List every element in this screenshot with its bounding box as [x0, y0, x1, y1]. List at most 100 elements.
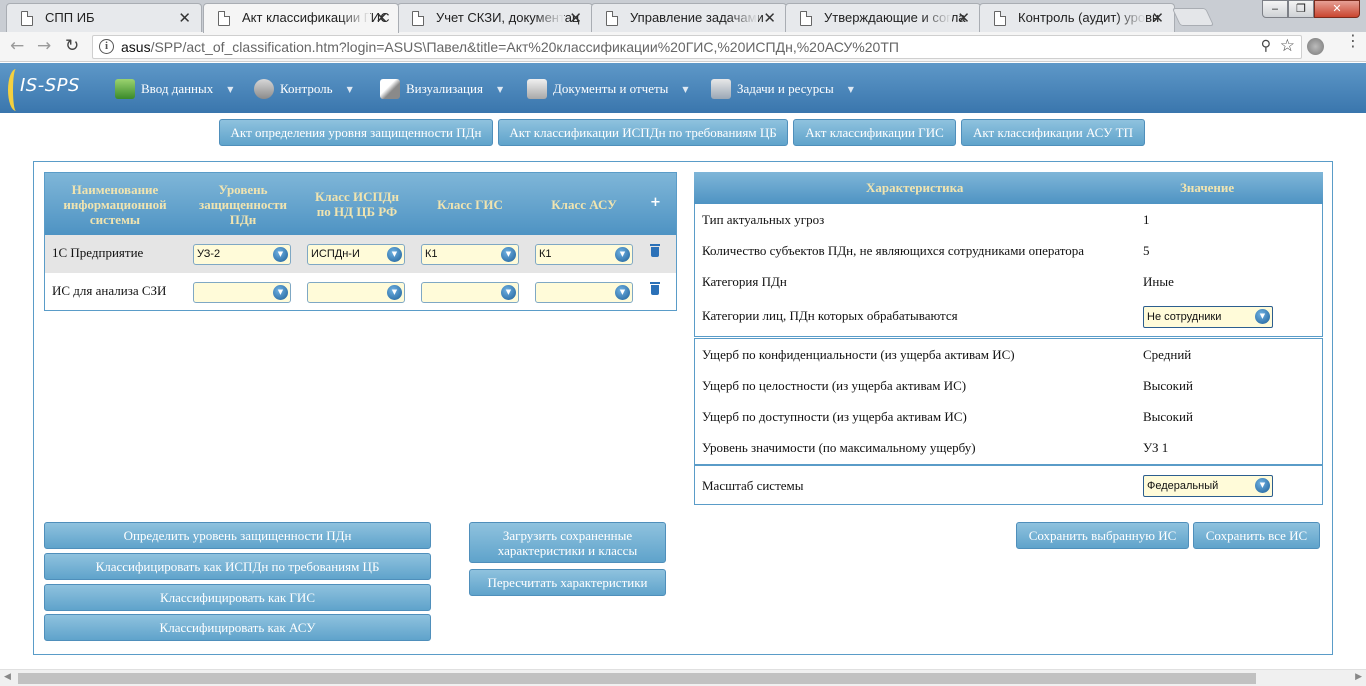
- asu-class-select[interactable]: ▼: [535, 282, 633, 303]
- gis-class-select[interactable]: ▼: [421, 282, 519, 303]
- close-window-button[interactable]: ✕: [1314, 0, 1360, 18]
- minimize-button[interactable]: ‒: [1262, 0, 1288, 18]
- documents-icon: [527, 79, 547, 99]
- save-all-button[interactable]: Сохранить все ИС: [1193, 522, 1320, 549]
- tab-act-classification[interactable]: Акт классификации ГИС ✕: [203, 3, 399, 33]
- menu-control[interactable]: Контроль ▼: [254, 78, 353, 100]
- app-logo[interactable]: IS-SPS: [8, 69, 108, 111]
- system-scale-select[interactable]: Федеральный ▼: [1143, 475, 1273, 497]
- gis-class-select[interactable]: К1 ▼: [421, 244, 519, 265]
- tab-close-icon[interactable]: ✕: [1151, 9, 1164, 27]
- recalculate-button[interactable]: Пересчитать характеристики: [469, 569, 666, 596]
- persons-category-select[interactable]: Не сотрудники ▼: [1143, 306, 1273, 328]
- tasks-icon: [711, 79, 731, 99]
- characteristic-label: Категория ПДн: [702, 274, 787, 289]
- tab-title: СПП ИБ: [45, 10, 95, 25]
- delete-row-icon[interactable]: [650, 282, 660, 295]
- chevron-down-icon: ▼: [496, 84, 504, 94]
- menu-data-entry[interactable]: Ввод данных ▼: [115, 78, 233, 100]
- characteristic-label: Тип актуальных угроз: [702, 212, 825, 227]
- tab-spp-ib[interactable]: СПП ИБ ✕: [6, 3, 202, 32]
- chevron-down-icon: ▼: [387, 247, 402, 262]
- tab-close-icon[interactable]: ✕: [957, 9, 970, 27]
- tab-close-icon[interactable]: ✕: [178, 9, 191, 27]
- act-protection-level-button[interactable]: Акт определения уровня защищенности ПДн: [219, 119, 493, 146]
- tab-close-icon[interactable]: ✕: [763, 9, 776, 27]
- act-ispdn-button[interactable]: Акт классификации ИСПДн по требованиям Ц…: [498, 119, 788, 146]
- characteristic-label: Категории лиц, ПДн которых обрабатываютс…: [702, 308, 958, 323]
- ispdn-class-select[interactable]: ▼: [307, 282, 405, 303]
- asu-class-select[interactable]: К1 ▼: [535, 244, 633, 265]
- scrollbar-thumb[interactable]: [18, 673, 1256, 684]
- characteristic-value: Средний: [1143, 347, 1192, 362]
- act-asu-button[interactable]: Акт классификации АСУ ТП: [961, 119, 1145, 146]
- menu-tasks[interactable]: Задачи и ресурсы ▼: [711, 78, 854, 100]
- table-row[interactable]: ИС для анализа СЗИ ▼ ▼ ▼ ▼: [45, 273, 676, 311]
- browser-menu-icon[interactable]: ⋮: [1345, 33, 1361, 49]
- delete-row-icon[interactable]: [650, 244, 660, 257]
- add-row-icon[interactable]: +: [650, 195, 661, 210]
- chevron-down-icon: ▼: [387, 285, 402, 300]
- load-saved-button[interactable]: Загрузить сохраненные характеристики и к…: [469, 522, 666, 563]
- control-icon: [254, 79, 274, 99]
- systems-table-header: Наименование информационной системы Уров…: [45, 173, 676, 235]
- menu-visualization[interactable]: Визуализация ▼: [380, 78, 503, 100]
- page-icon: [606, 11, 618, 26]
- chevron-down-icon: ▼: [501, 285, 516, 300]
- chevron-down-icon: ▼: [346, 84, 353, 94]
- tab-tasks[interactable]: Управление задачами ✕: [591, 3, 787, 32]
- header-characteristic: Характеристика: [866, 180, 964, 195]
- page-icon: [994, 11, 1006, 26]
- save-selected-button[interactable]: Сохранить выбранную ИС: [1016, 522, 1189, 549]
- horizontal-scrollbar[interactable]: ◀ ▶: [0, 669, 1366, 686]
- chevron-down-icon: ▼: [615, 247, 630, 262]
- tab-close-icon[interactable]: ✕: [569, 9, 582, 27]
- forward-icon[interactable]: →: [37, 36, 51, 56]
- tab-audit[interactable]: Контроль (аудит) уровн ✕: [979, 3, 1175, 32]
- url-text: asus/SPP/act_of_classification.htm?login…: [121, 39, 899, 55]
- browser-toolbar: ← → ↻ i asus/SPP/act_of_classification.h…: [0, 32, 1366, 62]
- characteristic-label: Уровень значимости (по максимальному уще…: [702, 440, 976, 455]
- characteristics-group-scale: Масштаб системы Федеральный ▼: [694, 465, 1323, 505]
- system-name: ИС для анализа СЗИ: [52, 283, 167, 298]
- protection-level-select[interactable]: УЗ-2 ▼: [193, 244, 291, 265]
- determine-level-button[interactable]: Определить уровень защищенности ПДн: [44, 522, 431, 549]
- ispdn-class-select[interactable]: ИСПДн-И ▼: [307, 244, 405, 265]
- classify-gis-button[interactable]: Классифицировать как ГИС: [44, 584, 431, 611]
- systems-table: Наименование информационной системы Уров…: [44, 172, 677, 311]
- chevron-down-icon: ▼: [501, 247, 516, 262]
- characteristic-label: Масштаб системы: [702, 478, 804, 493]
- menu-documents[interactable]: Документы и отчеты ▼: [527, 78, 689, 100]
- visualization-icon: [380, 79, 400, 99]
- header-value: Значение: [1180, 180, 1235, 195]
- protection-level-select[interactable]: ▼: [193, 282, 291, 303]
- act-gis-button[interactable]: Акт классификации ГИС: [793, 119, 956, 146]
- browser-tab-bar: СПП ИБ ✕ Акт классификации ГИС ✕ Учет СК…: [0, 0, 1366, 33]
- tab-approvals[interactable]: Утверждающие и согла ✕: [785, 3, 981, 32]
- maximize-button[interactable]: ❐: [1288, 0, 1314, 18]
- scroll-left-icon[interactable]: ◀: [4, 672, 11, 682]
- tab-skzi[interactable]: Учет СКЗИ, документац ✕: [397, 3, 593, 32]
- address-bar[interactable]: i asus/SPP/act_of_classification.htm?log…: [92, 35, 1302, 59]
- characteristic-value: УЗ 1: [1143, 440, 1169, 455]
- new-tab-button[interactable]: [1171, 8, 1215, 26]
- info-icon[interactable]: i: [99, 39, 114, 54]
- extension-icon[interactable]: [1307, 38, 1324, 55]
- header-gis-class: Класс ГИС: [437, 196, 503, 212]
- tab-close-icon[interactable]: ✕: [375, 9, 388, 27]
- chevron-down-icon: ▼: [273, 247, 288, 262]
- bookmark-star-icon[interactable]: ☆: [1280, 36, 1295, 56]
- chevron-down-icon: ▼: [615, 285, 630, 300]
- page-icon: [21, 11, 33, 26]
- scroll-right-icon[interactable]: ▶: [1355, 672, 1362, 682]
- reload-icon[interactable]: ↻: [65, 36, 79, 56]
- classify-asu-button[interactable]: Классифицировать как АСУ: [44, 614, 431, 641]
- characteristics-group-threats: Тип актуальных угроз 1 Количество субъек…: [694, 204, 1323, 337]
- zoom-icon[interactable]: ⚲: [1261, 38, 1271, 54]
- characteristic-label: Ущерб по конфиденциальности (из ущерба а…: [702, 347, 1015, 362]
- back-icon[interactable]: ←: [10, 36, 24, 56]
- classify-ispdn-button[interactable]: Классифицировать как ИСПДн по требования…: [44, 553, 431, 580]
- table-row[interactable]: 1С Предприятие УЗ-2 ▼ ИСПДн-И ▼ К1 ▼ К1 ▼: [45, 235, 676, 273]
- page-icon: [800, 11, 812, 26]
- page-icon: [218, 11, 230, 26]
